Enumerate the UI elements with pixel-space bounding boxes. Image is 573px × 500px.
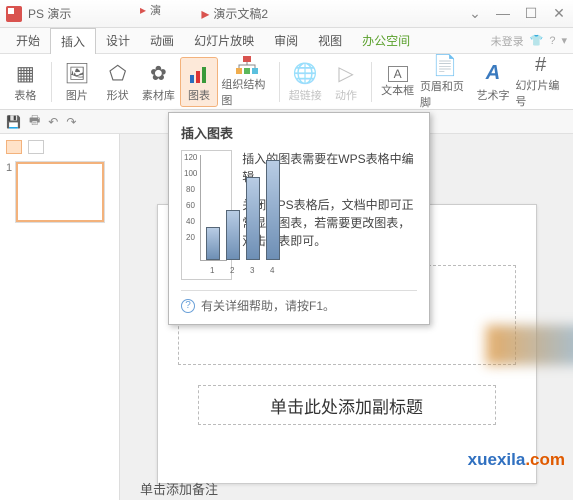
tab-review[interactable]: 审阅 — [264, 28, 308, 53]
textbox-icon: A — [388, 66, 408, 82]
hyperlink-button[interactable]: 🌐超链接 — [286, 57, 325, 107]
close-button[interactable]: ✕ — [545, 5, 573, 22]
login-status[interactable]: 未登录 — [491, 33, 524, 49]
action-button[interactable]: ▷动作 — [327, 57, 366, 107]
decoration — [486, 325, 573, 365]
headerfooter-button[interactable]: 📄页眉和页脚 — [419, 57, 472, 107]
chart-preview: 120 100 80 60 40 20 1 2 3 4 — [181, 150, 232, 280]
tab-start[interactable]: 开始 — [6, 28, 50, 53]
material-button[interactable]: ✿素材库 — [139, 57, 178, 107]
notes-label[interactable]: 单击添加备注 — [140, 479, 218, 498]
tab-office-space[interactable]: 办公空间 — [352, 28, 420, 53]
qat-redo-icon[interactable]: ↷ — [66, 115, 76, 129]
qat-undo-icon[interactable]: ↶ — [48, 115, 58, 129]
app-name: PS 演示 — [28, 5, 71, 22]
slidenum-button[interactable]: #幻灯片编号 — [514, 57, 567, 107]
tab-animation[interactable]: 动画 — [140, 28, 184, 53]
material-icon: ✿ — [150, 61, 167, 87]
minimize-button[interactable]: — — [489, 5, 517, 22]
help-icon[interactable]: ? — [549, 35, 555, 47]
insert-picture-button[interactable]: 🖼图片 — [58, 57, 97, 107]
doc-tab[interactable]: ▸ 演 — [140, 2, 161, 18]
chart-tooltip: 插入图表 120 100 80 60 40 20 1 2 3 4 插入的图表需要… — [168, 112, 430, 325]
thumb-view-outline[interactable] — [28, 140, 44, 154]
maximize-button[interactable]: ☐ — [517, 5, 545, 22]
shape-icon: ⬠ — [109, 61, 126, 87]
tooltip-title: 插入图表 — [181, 123, 417, 142]
help-badge-icon: ? — [181, 299, 195, 313]
subtitle-placeholder[interactable]: 单击此处添加副标题 — [198, 385, 496, 425]
tooltip-footer: ? 有关详细帮助，请按F1。 — [181, 290, 417, 314]
table-icon: ▦ — [16, 61, 35, 87]
qat-save-icon[interactable]: 💾 — [6, 115, 21, 129]
titlebar: PS 演示 ▸ 演示文稿2 ⌄ — ☐ ✕ — [0, 0, 573, 28]
menu-tabs: 开始 插入 设计 动画 幻灯片放映 审阅 视图 办公空间 未登录 👕 ? ▾ — [0, 28, 573, 54]
action-icon: ▷ — [338, 61, 353, 87]
tab-insert[interactable]: 插入 — [50, 28, 96, 54]
dropdown-icon[interactable]: ⌄ — [461, 5, 489, 22]
app-logo-icon — [4, 4, 24, 24]
qat-print-icon[interactable]: 🖶 — [29, 111, 40, 132]
doc-title: 演示文稿2 — [213, 5, 268, 22]
doc-tab-icon: ▸ — [140, 3, 146, 17]
watermark: xuexila.com — [468, 450, 565, 470]
picture-icon: 🖼 — [64, 61, 89, 87]
tab-design[interactable]: 设计 — [96, 28, 140, 53]
hyperlink-icon: 🌐 — [293, 61, 318, 87]
orgchart-icon — [234, 56, 260, 76]
tab-view[interactable]: 视图 — [308, 28, 352, 53]
wordart-button[interactable]: A艺术字 — [474, 57, 513, 107]
textbox-button[interactable]: A文本框 — [378, 57, 417, 107]
thumb-view-slides[interactable] — [6, 140, 22, 154]
slide-thumb-1[interactable]: 1 — [6, 162, 113, 222]
menu-dropdown-icon[interactable]: ▾ — [561, 34, 567, 47]
slidenum-icon: # — [535, 54, 546, 77]
orgchart-button[interactable]: 组织结构图 — [220, 57, 273, 107]
window-controls: ⌄ — ☐ ✕ — [461, 5, 573, 22]
slide-thumbnails-panel: 1 — [0, 134, 120, 500]
headerfooter-icon: 📄 — [433, 53, 458, 78]
insert-chart-button[interactable]: 图表 — [180, 57, 219, 107]
wordart-icon: A — [486, 61, 500, 87]
chart-icon — [188, 61, 210, 87]
skin-icon[interactable]: 👕 — [530, 34, 544, 47]
tab-slideshow[interactable]: 幻灯片放映 — [184, 28, 264, 53]
ribbon: ▦表格 🖼图片 ⬠形状 ✿素材库 图表 组织结构图 🌐超链接 ▷动作 A文本框 … — [0, 54, 573, 110]
doc-icon: ▸ — [201, 4, 209, 24]
insert-shape-button[interactable]: ⬠形状 — [98, 57, 137, 107]
thumb-preview — [16, 162, 104, 222]
insert-table-button[interactable]: ▦表格 — [6, 57, 45, 107]
